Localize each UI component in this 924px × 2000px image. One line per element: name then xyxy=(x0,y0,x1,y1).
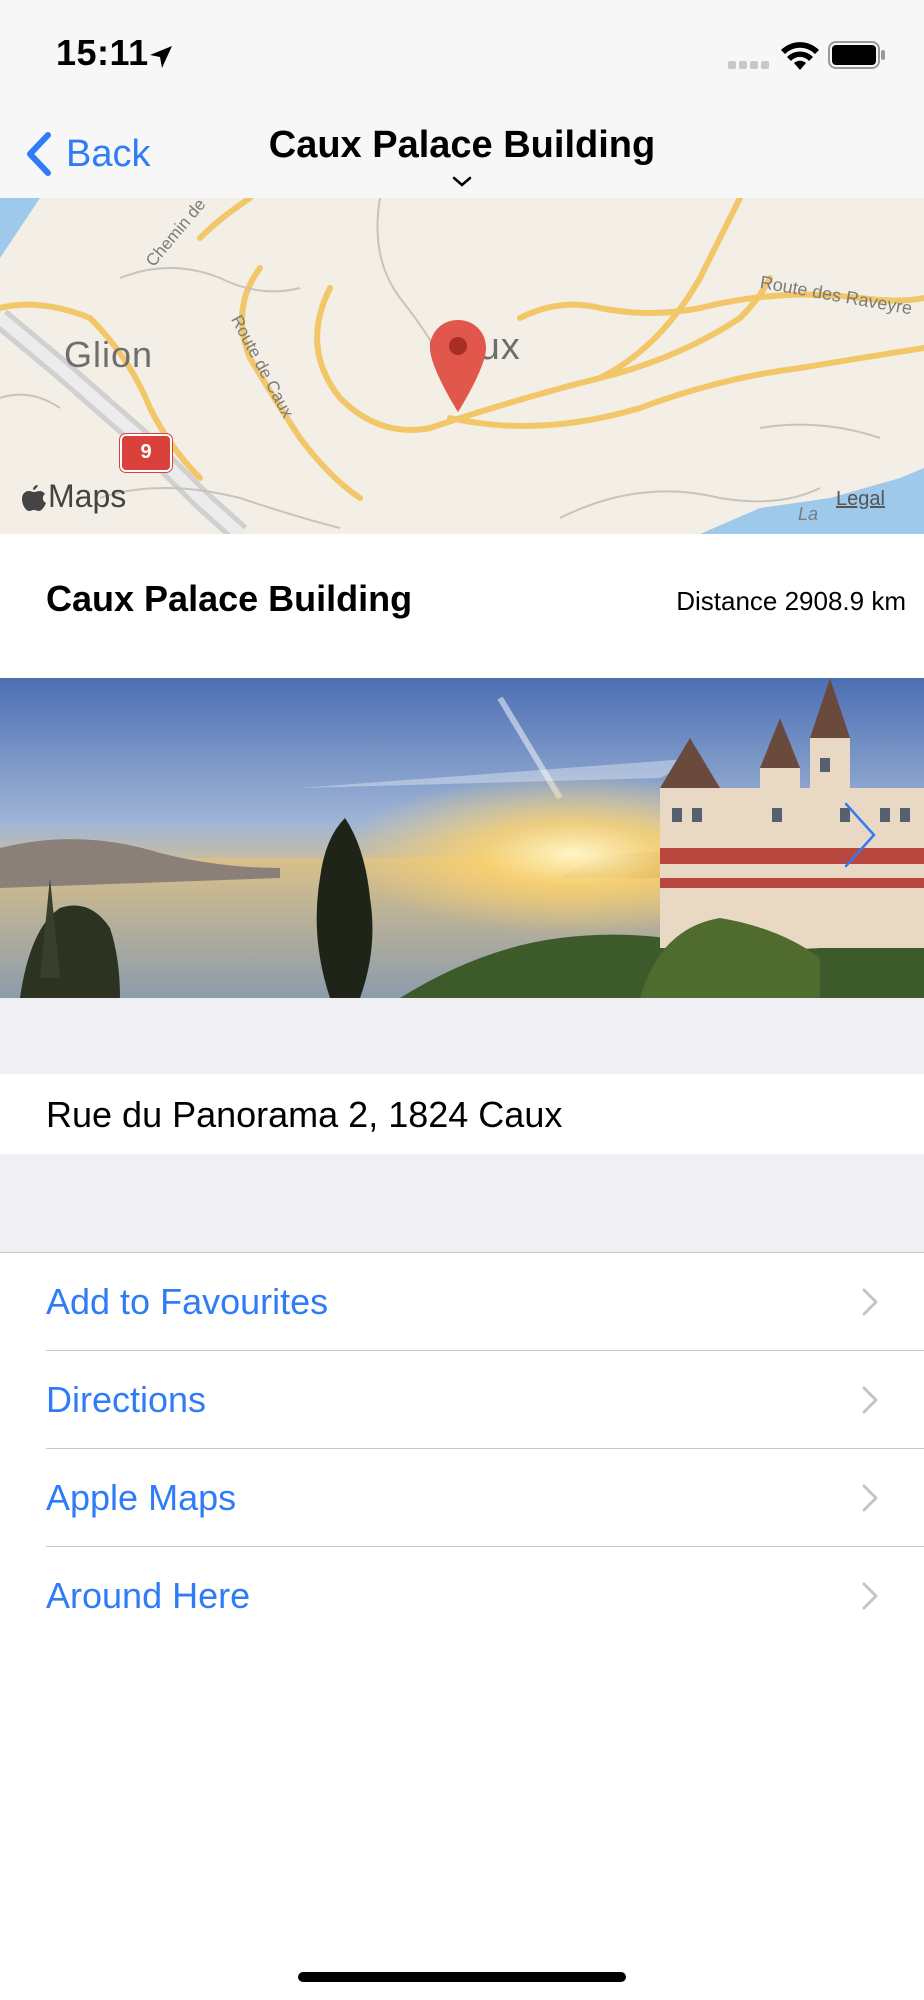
status-time: 15:11 xyxy=(56,32,149,73)
chevron-right-icon xyxy=(862,1582,878,1610)
directions-row[interactable]: Directions xyxy=(0,1351,924,1449)
collapse-chevron-icon[interactable] xyxy=(452,176,472,188)
section-gap xyxy=(0,998,924,1074)
home-indicator[interactable] xyxy=(298,1972,626,1982)
distance-label: Distance 2908.9 km xyxy=(676,586,906,616)
section-gap xyxy=(0,1154,924,1253)
navigation-bar: Back Caux Palace Building xyxy=(0,110,924,199)
legal-link[interactable]: Legal xyxy=(836,488,885,511)
place-name: Caux Palace Building xyxy=(46,578,413,619)
wifi-icon xyxy=(781,42,819,70)
add-to-favourites-row[interactable]: Add to Favourites xyxy=(0,1253,924,1351)
menu-item-label: Apple Maps xyxy=(46,1477,237,1518)
map-water-label: La xyxy=(798,504,819,524)
menu-item-label: Directions xyxy=(46,1379,207,1420)
photo-next-chevron-icon[interactable] xyxy=(842,800,878,870)
chevron-right-icon xyxy=(862,1484,878,1512)
menu-item-label: Add to Favourites xyxy=(46,1281,329,1322)
signal-icon xyxy=(728,56,772,74)
menu-item-label: Around Here xyxy=(46,1575,251,1616)
chevron-right-icon xyxy=(862,1288,878,1316)
maps-brand-label: Maps xyxy=(48,478,127,514)
map-view[interactable]: Chemin de Torna Route de Caux Route des … xyxy=(0,198,924,534)
chevron-right-icon xyxy=(862,1386,878,1414)
address-label: Rue du Panorama 2, 1824 Caux xyxy=(46,1094,563,1135)
location-arrow-icon xyxy=(150,46,172,68)
map-pin-icon[interactable] xyxy=(428,318,488,414)
apple-logo-icon xyxy=(22,484,46,511)
map-place-label: Glion xyxy=(64,334,154,375)
apple-maps-row[interactable]: Apple Maps xyxy=(0,1449,924,1547)
photo-image xyxy=(0,678,924,998)
place-photo[interactable] xyxy=(0,678,924,998)
page-title: Caux Palace Building xyxy=(268,124,656,166)
apple-maps-logo: Maps xyxy=(22,478,126,515)
battery-icon xyxy=(828,41,885,69)
around-here-row[interactable]: Around Here xyxy=(0,1547,924,1645)
route-number-badge: 9 xyxy=(120,434,172,472)
